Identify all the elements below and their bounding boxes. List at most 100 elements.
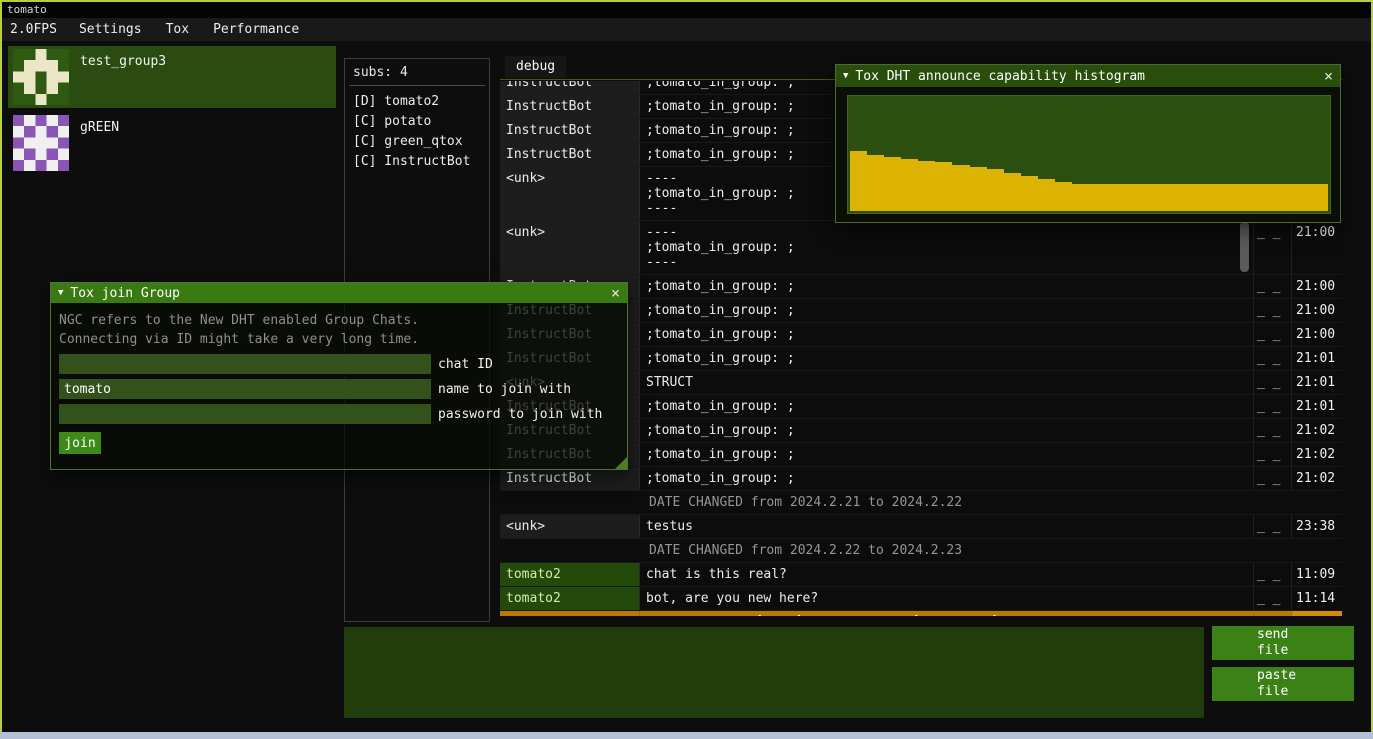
group-avatar bbox=[13, 49, 69, 105]
message-cell: ---- ;tomato_in_group: ; ---- bbox=[640, 221, 1254, 274]
histogram-bar bbox=[1311, 184, 1328, 211]
join-info-text: NGC refers to the New DHT enabled Group … bbox=[59, 311, 619, 330]
status-cell: _ _ bbox=[1254, 419, 1292, 442]
time-cell: 21:00 bbox=[1292, 323, 1342, 346]
sender-cell: InstructBot bbox=[500, 95, 640, 118]
status-cell: _ _ bbox=[1254, 515, 1292, 538]
status-cell: _ _ bbox=[1254, 221, 1292, 274]
message-cell: STRUCT bbox=[640, 371, 1254, 394]
message-row[interactable]: tomato2bot, are you new here?_ _11:14 bbox=[500, 587, 1342, 611]
join-window-titlebar[interactable]: ▼ Tox join Group × bbox=[51, 283, 627, 303]
histogram-bar bbox=[867, 155, 884, 212]
paste-file-button[interactable]: paste file bbox=[1212, 667, 1354, 701]
sender-cell: InstructBot bbox=[500, 81, 640, 94]
chat-id-input[interactable] bbox=[59, 354, 431, 374]
join-password-label: password to join with bbox=[438, 407, 602, 422]
time-cell: 21:01 bbox=[1292, 371, 1342, 394]
time-cell: 21:00 bbox=[1292, 221, 1342, 274]
sender-cell: <unk> bbox=[500, 167, 640, 220]
group-list-item[interactable]: gREEN bbox=[8, 112, 336, 174]
status-cell: _ _ bbox=[1254, 275, 1292, 298]
menu-item-tox[interactable]: Tox bbox=[154, 18, 201, 41]
message-cell: chat is this real? bbox=[640, 563, 1254, 586]
group-list-item[interactable]: test_group3 bbox=[8, 46, 336, 108]
status-cell: _ _ bbox=[1254, 467, 1292, 490]
message-row[interactable]: <unk>testus_ _23:38 bbox=[500, 515, 1342, 539]
histogram-bar bbox=[1038, 179, 1055, 211]
window-titlebar[interactable]: tomato bbox=[2, 2, 1371, 18]
status-cell: _ _ bbox=[1254, 443, 1292, 466]
histogram-bar bbox=[935, 162, 952, 211]
status-cell: d bbox=[1254, 611, 1292, 616]
message-cell: ;tomato_in_group: ; bbox=[640, 323, 1254, 346]
histogram-bar bbox=[918, 161, 935, 211]
menu-bar: 2.0FPS Settings Tox Performance bbox=[2, 18, 1371, 41]
histogram-bar bbox=[1055, 182, 1072, 211]
histogram-bar bbox=[850, 151, 867, 211]
histogram-bar bbox=[1106, 184, 1123, 211]
time-cell: 21:01 bbox=[1292, 395, 1342, 418]
menu-item-performance[interactable]: Performance bbox=[201, 18, 311, 41]
histogram-bar bbox=[1140, 184, 1157, 211]
message-row[interactable]: InstructBot;tomato_in_group: ;_ _21:02 bbox=[500, 467, 1342, 491]
sender-cell: tomato2 bbox=[500, 587, 640, 610]
member-item[interactable]: [C] potato bbox=[353, 112, 481, 132]
status-cell: _ _ bbox=[1254, 347, 1292, 370]
bottom-border bbox=[0, 732, 1373, 739]
message-cell: ;tomato_in_group: ; bbox=[640, 395, 1254, 418]
histogram-titlebar[interactable]: ▼ Tox DHT announce capability histogram … bbox=[836, 65, 1340, 87]
member-item[interactable]: [C] green_qtox bbox=[353, 132, 481, 152]
histogram-bar bbox=[1174, 184, 1191, 211]
histogram-bar bbox=[1260, 184, 1277, 211]
join-window-title: Tox join Group bbox=[70, 286, 180, 301]
chat-scrollbar[interactable] bbox=[1240, 222, 1249, 272]
sender-cell: tomato2 bbox=[500, 563, 640, 586]
member-item[interactable]: [D] tomato2 bbox=[353, 92, 481, 112]
time-cell: 11:15 bbox=[1292, 611, 1342, 616]
histogram-bar bbox=[1209, 184, 1226, 211]
tab-debug[interactable]: debug bbox=[505, 56, 566, 78]
status-cell: _ _ bbox=[1254, 371, 1292, 394]
close-icon[interactable]: × bbox=[611, 286, 620, 301]
group-avatar bbox=[13, 115, 69, 171]
join-password-input[interactable] bbox=[59, 404, 431, 424]
join-window-body: NGC refers to the New DHT enabled Group … bbox=[51, 303, 627, 469]
join-button[interactable]: join bbox=[59, 432, 101, 454]
histogram-bar bbox=[1072, 184, 1089, 211]
join-name-input[interactable] bbox=[59, 379, 431, 399]
subs-separator bbox=[349, 85, 485, 86]
time-cell: 21:00 bbox=[1292, 275, 1342, 298]
histogram-bar bbox=[884, 157, 901, 211]
message-row[interactable]: <unk>---- ;tomato_in_group: ; ----_ _21:… bbox=[500, 221, 1342, 275]
histogram-title: Tox DHT announce capability histogram bbox=[855, 69, 1145, 84]
time-cell: 21:00 bbox=[1292, 299, 1342, 322]
menu-item-settings[interactable]: Settings bbox=[67, 18, 154, 41]
collapse-icon[interactable]: ▼ bbox=[843, 71, 848, 81]
histogram-bar bbox=[1157, 184, 1174, 211]
message-row[interactable]: tomato2chat is this real?_ _11:09 bbox=[500, 563, 1342, 587]
histogram-bar bbox=[1226, 184, 1243, 211]
message-cell: ;tomato_in_group: ; bbox=[640, 419, 1254, 442]
member-item[interactable]: [C] InstructBot bbox=[353, 152, 481, 172]
date-row: DATE CHANGED from 2024.2.21 to 2024.2.22 bbox=[500, 491, 1342, 515]
message-cell: testus bbox=[640, 515, 1254, 538]
collapse-icon[interactable]: ▼ bbox=[58, 288, 63, 298]
message-cell: ;tomato_in_group: ; bbox=[640, 299, 1254, 322]
sender-cell: <unk> bbox=[500, 515, 640, 538]
sender-cell: InstructBot bbox=[500, 119, 640, 142]
date-row: DATE CHANGED from 2024.2.22 to 2024.2.23 bbox=[500, 539, 1342, 563]
app-window: tomato 2.0FPS Settings Tox Performance t… bbox=[0, 0, 1373, 739]
sender-cell: InstructBot bbox=[500, 611, 640, 616]
close-icon[interactable]: × bbox=[1324, 69, 1333, 84]
histogram-bar bbox=[1243, 184, 1260, 211]
sender-cell: InstructBot bbox=[500, 143, 640, 166]
message-cell: bot, are you new here? bbox=[640, 587, 1254, 610]
resize-grip-icon[interactable] bbox=[615, 457, 627, 469]
send-file-button[interactable]: send file bbox=[1212, 626, 1354, 660]
status-cell: _ _ bbox=[1254, 395, 1292, 418]
message-row[interactable]: InstructBotNo, I've been in this group f… bbox=[500, 611, 1342, 616]
message-cell: No, I've been in this group for quite so… bbox=[640, 611, 1254, 616]
composer-input[interactable] bbox=[344, 627, 1204, 718]
join-group-window: ▼ Tox join Group × NGC refers to the New… bbox=[50, 282, 628, 470]
time-cell: 21:02 bbox=[1292, 467, 1342, 490]
